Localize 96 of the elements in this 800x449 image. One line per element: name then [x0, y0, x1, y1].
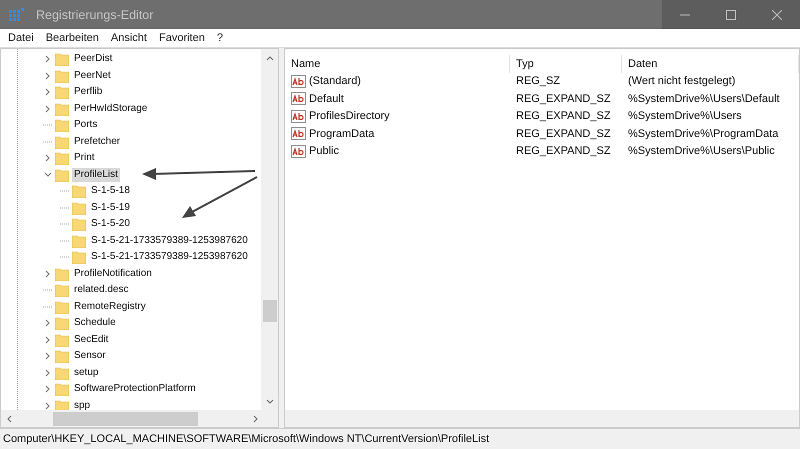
scroll-left-icon[interactable]: [5, 414, 13, 422]
table-cell-text: (Wert nicht festgelegt): [627, 74, 736, 90]
menu-item[interactable]: Favoriten: [152, 32, 211, 44]
folder-icon: [55, 52, 69, 66]
tree-item[interactable]: Sensor: [72, 349, 108, 364]
dotted-connector-icon: [43, 140, 53, 143]
dotted-connector-icon: [60, 256, 70, 258]
table-cell-text: REG_EXPAND_SZ: [515, 109, 612, 124]
table-cell-text: %SystemDrive%\ProgramData: [627, 126, 780, 142]
folder-icon: [55, 349, 69, 364]
scroll-right-icon[interactable]: [252, 414, 260, 422]
tree-item[interactable]: PeerNet: [72, 68, 113, 83]
tree-item[interactable]: PerHwIdStorage: [72, 102, 150, 116]
scroll-down-icon[interactable]: [266, 398, 274, 406]
folder-icon: [55, 134, 69, 149]
tree-item[interactable]: ProfileList: [72, 168, 120, 182]
table-cell-text: %SystemDrive%\Users: [627, 109, 743, 124]
scrollbar-thumb[interactable]: [262, 300, 276, 322]
tree-item[interactable]: spp: [72, 398, 92, 410]
string-value-icon: [291, 110, 306, 123]
tree-item[interactable]: Prefetcher: [72, 134, 122, 149]
table-cell-text: REG_EXPAND_SZ: [515, 126, 612, 142]
string-value-icon: [291, 92, 306, 106]
string-value-icon: [291, 144, 306, 158]
folder-icon: [55, 68, 69, 83]
string-value-icon: [291, 127, 306, 140]
folder-icon: [55, 283, 69, 298]
maximize-icon: [726, 10, 736, 20]
folder-icon: [72, 250, 86, 264]
table-cell-text: REG_SZ: [515, 74, 562, 90]
folder-icon: [55, 382, 69, 396]
dotted-connector-icon: [43, 306, 53, 308]
menu-item[interactable]: Ansicht: [104, 32, 153, 44]
chevron-down-icon[interactable]: [44, 170, 52, 179]
value-name[interactable]: ProfilesDirectory: [309, 110, 390, 122]
string-value-icon: [291, 74, 306, 88]
status-path: Computer\HKEY_LOCAL_MACHINE\SOFTWARE\Microsoft\Windows NT\CurrentVersion\ProfileList: [3, 433, 490, 445]
tree-item[interactable]: ProfileNotification: [72, 266, 154, 281]
value-name[interactable]: Default: [309, 92, 344, 105]
dotted-connector-icon: [60, 223, 70, 226]
folder-icon: [55, 151, 69, 166]
value-name[interactable]: (Standard): [309, 75, 361, 88]
value-name[interactable]: Public: [309, 145, 339, 158]
folder-icon: [55, 332, 69, 347]
tree-item[interactable]: S-1-5-21-1733579389-1253987620: [89, 234, 250, 248]
folder-icon: [72, 184, 86, 198]
table-cell-text: REG_EXPAND_SZ: [515, 144, 612, 160]
table-cell-text: REG_EXPAND_SZ: [515, 92, 612, 107]
chevron-right-icon[interactable]: [44, 154, 52, 162]
folder-icon: [55, 85, 69, 100]
tree-item[interactable]: S-1-5-18: [89, 184, 132, 198]
folder-icon: [72, 234, 86, 248]
tree-item[interactable]: Perflib: [72, 85, 104, 100]
folder-icon: [55, 118, 69, 132]
tree-item[interactable]: setup: [72, 366, 100, 380]
dotted-connector-icon: [60, 240, 70, 242]
tree-item[interactable]: RemoteRegistry: [72, 300, 148, 314]
scroll-up-icon[interactable]: [266, 54, 274, 62]
dotted-connector-icon: [60, 206, 70, 209]
tree-item[interactable]: SoftwareProtectionPlatform: [72, 382, 198, 396]
folder-icon: [55, 316, 69, 330]
scrollbar-thumb[interactable]: [53, 412, 198, 426]
value-name[interactable]: ProgramData: [309, 128, 374, 140]
menu-item[interactable]: Bearbeiten: [40, 32, 105, 44]
tree-item[interactable]: Ports: [72, 118, 100, 132]
tree-item[interactable]: S-1-5-19: [89, 200, 132, 215]
folder-icon: [55, 168, 69, 182]
window-title: Registrierungs-Editor: [36, 8, 154, 22]
tree-item[interactable]: S-1-5-21-1733579389-1253987620: [89, 250, 250, 264]
dotted-connector-icon: [43, 124, 53, 126]
close-button[interactable]: [754, 0, 800, 29]
folder-icon: [55, 366, 69, 380]
folder-icon: [55, 300, 69, 314]
close-icon: [772, 10, 782, 20]
dotted-connector-icon: [43, 289, 53, 292]
chevron-right-icon[interactable]: [44, 270, 52, 278]
tree-item[interactable]: S-1-5-20: [89, 217, 132, 232]
table-cell-text: %SystemDrive%\Users\Public: [627, 144, 776, 160]
tree-item[interactable]: PeerDist: [72, 52, 114, 66]
table-cell-text: %SystemDrive%\Users\Default: [627, 92, 781, 107]
folder-icon: [55, 266, 69, 281]
tree-item[interactable]: Print: [72, 151, 97, 166]
horizontal-scrollbar[interactable]: [285, 410, 799, 427]
folder-icon: [72, 217, 86, 232]
column-header[interactable]: Name: [285, 55, 510, 72]
tree-item[interactable]: SecEdit: [72, 332, 110, 347]
column-header[interactable]: Daten: [622, 55, 799, 72]
folder-icon: [72, 200, 86, 215]
dotted-connector-icon: [60, 190, 70, 192]
tree-item[interactable]: related.desc: [72, 283, 130, 298]
registry-app-icon: [8, 8, 24, 22]
tree-item[interactable]: Schedule: [72, 316, 118, 330]
folder-icon: [55, 102, 69, 116]
column-header[interactable]: Typ: [510, 55, 622, 72]
menu-item[interactable]: ?: [210, 32, 229, 44]
menu-item[interactable]: Datei: [2, 32, 40, 44]
